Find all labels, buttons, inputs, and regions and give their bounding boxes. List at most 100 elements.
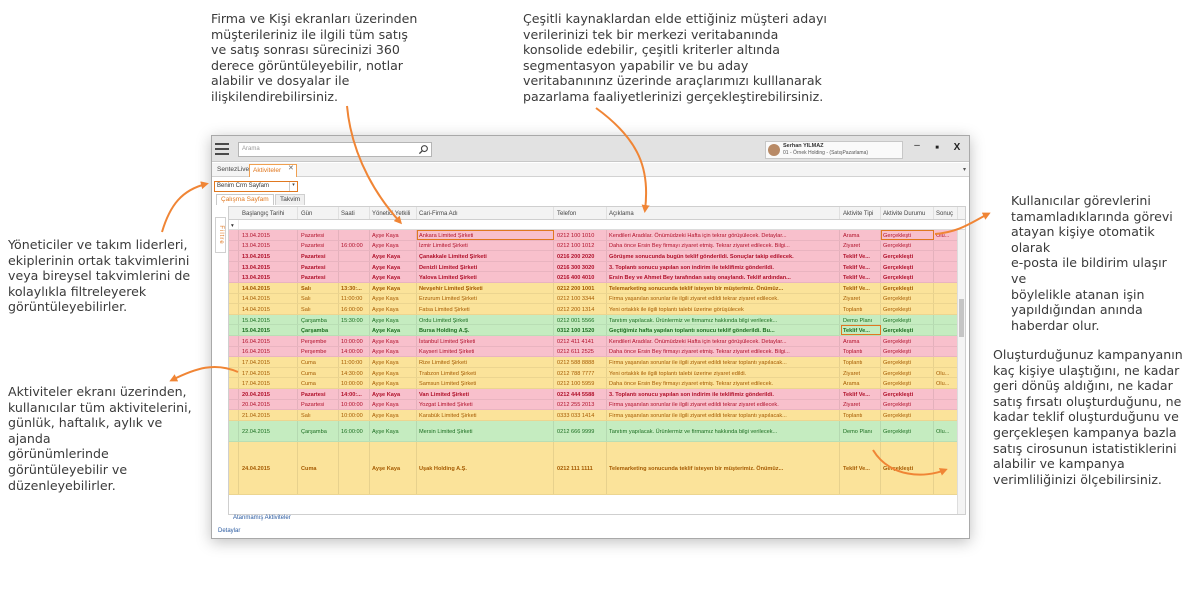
col-manager-cell[interactable]: Ayşe Kaya: [370, 272, 417, 282]
col-start-date-cell[interactable]: 21.04.2015: [240, 410, 298, 420]
col-description-cell[interactable]: Telemarketing sonucunda teklif isteyen b…: [607, 441, 840, 494]
col-company-cell[interactable]: İstanbul Limited Şirketi: [417, 335, 554, 346]
col-company-header[interactable]: Cari-Firma Adı: [417, 207, 554, 219]
col-description-cell[interactable]: Firma yaşanılan sorunlar ile ilgili ziya…: [607, 293, 840, 304]
col-day-cell[interactable]: Cuma: [299, 441, 339, 494]
col-phone-cell[interactable]: 0212 666 9999: [555, 420, 607, 441]
col-activity-status-cell[interactable]: Gerçekleşti: [881, 378, 934, 388]
row-indicator[interactable]: [229, 410, 239, 420]
col-activity-status-cell[interactable]: Gerçekleşti: [881, 367, 934, 378]
col-day-cell[interactable]: Salı: [299, 410, 339, 420]
col-phone-cell[interactable]: 0312 100 1520: [555, 325, 607, 335]
col-activity-status-cell[interactable]: Gerçekleşti: [881, 335, 934, 346]
col-day-cell[interactable]: Pazartesi: [299, 230, 339, 240]
col-start-date-cell[interactable]: 17.04.2015: [240, 378, 298, 388]
col-company-cell[interactable]: Fatsa Limited Şirketi: [417, 304, 554, 314]
table-row[interactable]: 22.04.2015 Çarşamba 16:00:00 Ayşe Kaya Mersi…: [229, 420, 965, 442]
col-result-cell[interactable]: Olu...: [934, 420, 958, 441]
col-time-cell[interactable]: 10:00:00: [339, 399, 370, 410]
col-result-header[interactable]: Sonuç: [934, 207, 958, 219]
col-description-cell[interactable]: 3. Toplantı sonucu yapılan son indirim i…: [607, 261, 840, 272]
col-description-cell[interactable]: Kendileri Aradılar. Önümüdzeki Hafta içi…: [607, 230, 840, 240]
col-activity-status-cell[interactable]: Gerçekleşti: [881, 282, 934, 293]
row-indicator[interactable]: [229, 272, 239, 282]
col-time-cell[interactable]: 10:00:00: [339, 410, 370, 420]
col-phone-cell[interactable]: 0333 033 1414: [555, 410, 607, 420]
col-day-cell[interactable]: Salı: [299, 293, 339, 304]
col-time-header[interactable]: Saati: [339, 207, 370, 219]
col-start-date-cell[interactable]: 13.04.2015: [240, 240, 298, 251]
col-day-cell[interactable]: Pazartesi: [299, 388, 339, 399]
col-phone-cell[interactable]: 0212 001 5566: [555, 314, 607, 325]
row-indicator[interactable]: [229, 251, 239, 261]
col-result-cell[interactable]: [934, 261, 958, 272]
col-phone-cell[interactable]: 0212 111 1111: [555, 441, 607, 494]
col-manager-cell[interactable]: Ayşe Kaya: [370, 230, 417, 240]
col-activity-status-header[interactable]: Aktivite Durumu: [881, 207, 934, 219]
table-row[interactable]: 13.04.2015 Pazartesi 16:00:00 Ayşe Kaya İzmi…: [229, 240, 965, 252]
col-activity-status-cell[interactable]: Gerçekleşti: [881, 304, 934, 314]
col-day-cell[interactable]: Cuma: [299, 357, 339, 367]
col-company-cell[interactable]: Uşak Holding A.Ş.: [417, 441, 554, 494]
col-phone-cell[interactable]: 0216 200 2020: [555, 251, 607, 261]
col-time-cell[interactable]: [339, 272, 370, 282]
col-start-date-cell[interactable]: 15.04.2015: [240, 314, 298, 325]
close-button[interactable]: X: [951, 142, 963, 153]
col-day-cell[interactable]: Pazartesi: [299, 261, 339, 272]
col-phone-cell[interactable]: 0212 200 1314: [555, 304, 607, 314]
col-activity-status-cell[interactable]: Gerçekleşti: [881, 261, 934, 272]
col-activity-status-cell[interactable]: Gerçekleşti: [881, 314, 934, 325]
col-manager-cell[interactable]: Ayşe Kaya: [370, 325, 417, 335]
table-row[interactable]: 14.04.2015 Salı 13:30:... Ayşe Kaya Nevşehir…: [229, 282, 965, 294]
table-row[interactable]: 15.04.2015 Çarşamba 15:30:00 Ayşe Kaya Ordu …: [229, 314, 965, 326]
col-activity-status-cell[interactable]: Gerçekleşti: [881, 410, 934, 420]
col-manager-cell[interactable]: Ayşe Kaya: [370, 346, 417, 357]
col-phone-cell[interactable]: 0212 255 2013: [555, 399, 607, 410]
vertical-scrollbar[interactable]: [957, 230, 965, 514]
col-company-cell[interactable]: Erzurum Limited Şirketi: [417, 293, 554, 304]
filter-row[interactable]: ▾: [229, 220, 965, 230]
col-description-cell[interactable]: Telemarketing sonucunda teklif isteyen b…: [607, 282, 840, 293]
col-manager-cell[interactable]: Ayşe Kaya: [370, 251, 417, 261]
row-indicator[interactable]: [229, 261, 239, 272]
col-manager-cell[interactable]: Ayşe Kaya: [370, 357, 417, 367]
table-row[interactable]: 20.04.2015 Pazartesi 14:00:... Ayşe Kaya Van…: [229, 388, 965, 400]
col-description-cell[interactable]: Görüşme sonucunda bugün teklif gönderild…: [607, 251, 840, 261]
row-indicator[interactable]: [229, 230, 239, 240]
col-description-cell[interactable]: Yeni ortaklık ile ilgili toplantı talebi…: [607, 304, 840, 314]
col-result-cell[interactable]: [934, 251, 958, 261]
col-activity-status-cell[interactable]: Gerçekleşti: [881, 346, 934, 357]
scrollbar-thumb[interactable]: [959, 299, 964, 337]
row-indicator[interactable]: [229, 420, 239, 441]
col-start-date-cell[interactable]: 14.04.2015: [240, 304, 298, 314]
col-phone-cell[interactable]: 0212 100 3344: [555, 293, 607, 304]
tab-calisma-sayfam[interactable]: Çalışma Sayfam: [216, 194, 274, 205]
col-company-cell[interactable]: Trabzon Limited Şirketi: [417, 367, 554, 378]
col-manager-cell[interactable]: Ayşe Kaya: [370, 261, 417, 272]
col-result-cell[interactable]: Olu...: [934, 367, 958, 378]
col-description-cell[interactable]: Daha önce Ersin Bey firmayı ziyaret etmi…: [607, 378, 840, 388]
col-company-cell[interactable]: Nevşehir Limited Şirketi: [417, 282, 554, 293]
col-start-date-cell[interactable]: 16.04.2015: [240, 346, 298, 357]
col-start-date-cell[interactable]: 17.04.2015: [240, 357, 298, 367]
col-start-date-cell[interactable]: 22.04.2015: [240, 420, 298, 441]
col-manager-cell[interactable]: Ayşe Kaya: [370, 367, 417, 378]
row-indicator[interactable]: [229, 378, 239, 388]
col-description-cell[interactable]: 3. Toplantı sonucu yapılan son indirim i…: [607, 388, 840, 399]
row-indicator[interactable]: [229, 282, 239, 293]
col-day-header[interactable]: Gün: [299, 207, 339, 219]
col-activity-status-cell[interactable]: Gerçekleşti: [881, 399, 934, 410]
col-phone-cell[interactable]: 0212 444 5588: [555, 388, 607, 399]
row-indicator[interactable]: [229, 335, 239, 346]
col-phone-cell[interactable]: 0212 100 1012: [555, 240, 607, 251]
row-indicator[interactable]: [229, 304, 239, 314]
col-start-date-header[interactable]: Başlangıç Tarihi: [240, 207, 298, 219]
chevron-down-icon[interactable]: ▾: [289, 182, 297, 191]
row-indicator[interactable]: [229, 357, 239, 367]
col-result-cell[interactable]: [934, 399, 958, 410]
table-row[interactable]: 17.04.2015 Cuma 11:00:00 Ayşe Kaya Rize Limi…: [229, 357, 965, 368]
col-day-cell[interactable]: Cuma: [299, 378, 339, 388]
col-time-cell[interactable]: 10:00:00: [339, 335, 370, 346]
col-description-cell[interactable]: Tanıtım yapılacak. Ürünlermiz ve firmamı…: [607, 314, 840, 325]
col-result-cell[interactable]: [934, 314, 958, 325]
